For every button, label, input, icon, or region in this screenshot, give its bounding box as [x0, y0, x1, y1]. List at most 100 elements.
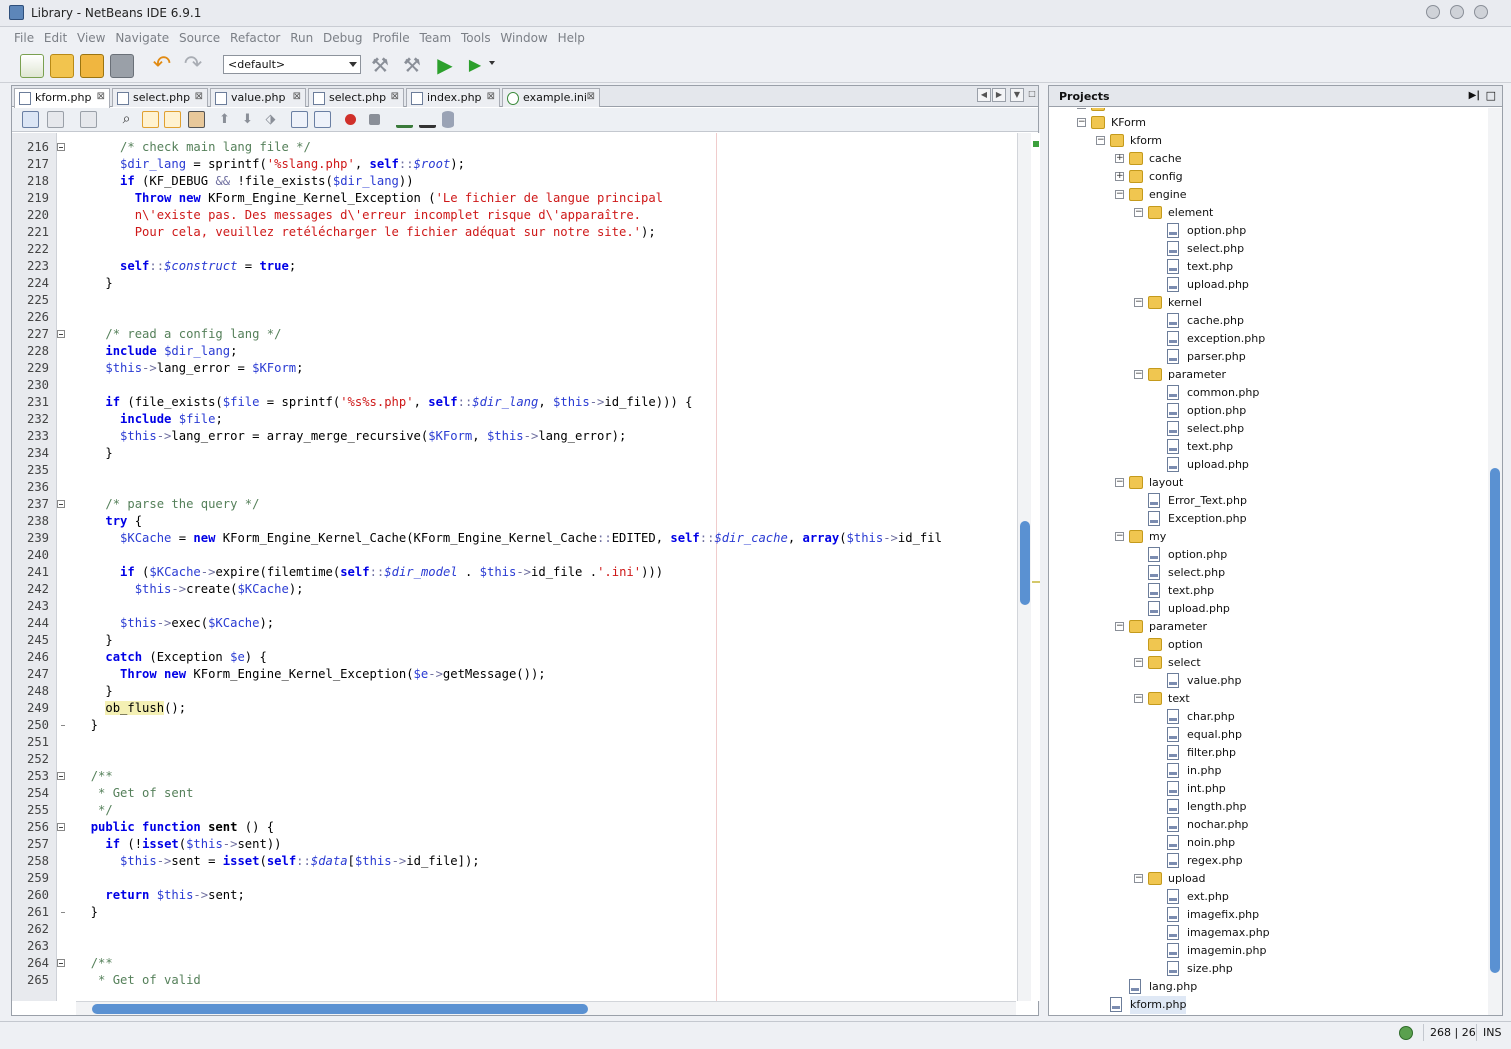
collapse-icon[interactable]: −	[1134, 370, 1143, 379]
code-line[interactable]: 235	[12, 462, 1016, 479]
menu-window[interactable]: Window	[497, 28, 550, 45]
collapse-icon[interactable]: −	[1134, 694, 1143, 703]
redo-icon[interactable]: ↷	[181, 54, 205, 78]
back-icon[interactable]	[47, 111, 64, 128]
find-previous-icon[interactable]	[142, 111, 159, 128]
tree-folder-node[interactable]: − KForm	[1049, 114, 1487, 132]
fold-toggle-icon[interactable]	[57, 959, 65, 967]
code-line[interactable]: 247 Throw new KForm_Engine_Kernel_Except…	[12, 666, 1016, 683]
forward-icon[interactable]	[80, 111, 97, 128]
tree-file-node[interactable]: Exception.php	[1049, 510, 1487, 528]
maximize-window-icon[interactable]: □	[1025, 88, 1039, 102]
fold-toggle-icon[interactable]	[57, 823, 65, 831]
tree-file-node[interactable]: exception.php	[1049, 330, 1487, 348]
collapse-icon[interactable]: −	[1134, 658, 1143, 667]
minimize-panel-icon[interactable]: □	[1486, 89, 1496, 102]
shift-right-icon[interactable]	[314, 111, 331, 128]
code-line[interactable]: 256 public function sent () {	[12, 819, 1016, 836]
tree-file-node[interactable]: parser.php	[1049, 348, 1487, 366]
code-line[interactable]: 232 include $file;	[12, 411, 1016, 428]
tree-file-node[interactable]: in.php	[1049, 762, 1487, 780]
code-line[interactable]: 237 /* parse the query */	[12, 496, 1016, 513]
collapse-icon[interactable]: −	[1115, 532, 1124, 541]
tree-folder-node[interactable]: − kernel	[1049, 294, 1487, 312]
menu-refactor[interactable]: Refactor	[227, 28, 283, 45]
fold-toggle-icon[interactable]	[57, 772, 65, 780]
uncomment-icon[interactable]	[419, 111, 436, 128]
code-line[interactable]: 265 * Get of valid	[12, 972, 1016, 989]
tree-folder-node[interactable]: − parameter	[1049, 618, 1487, 636]
code-line[interactable]: 218 if (KF_DEBUG && !file_exists($dir_la…	[12, 173, 1016, 190]
tree-folder-node[interactable]: + cache	[1049, 150, 1487, 168]
code-line[interactable]: 230	[12, 377, 1016, 394]
undo-icon[interactable]: ↶	[150, 54, 174, 78]
show-opened-documents-icon[interactable]: ▼	[1010, 88, 1024, 102]
close-tab-icon[interactable]: ⊠	[195, 91, 203, 102]
code-line[interactable]: 262	[12, 921, 1016, 938]
fold-toggle-icon[interactable]	[57, 500, 65, 508]
code-line[interactable]: 264 /**	[12, 955, 1016, 972]
code-line[interactable]: 226	[12, 309, 1016, 326]
code-line[interactable]: 251	[12, 734, 1016, 751]
code-line[interactable]: 216 /* check main lang file */	[12, 139, 1016, 156]
minimize-button[interactable]	[1426, 5, 1440, 19]
code-line[interactable]: 254 * Get of sent	[12, 785, 1016, 802]
code-line[interactable]: 260 return $this->sent;	[12, 887, 1016, 904]
tree-folder-node[interactable]: − text	[1049, 690, 1487, 708]
tree-file-node[interactable]: select.php	[1049, 240, 1487, 258]
code-line[interactable]: 236	[12, 479, 1016, 496]
code-line[interactable]: 234 }	[12, 445, 1016, 462]
tree-file-node[interactable]: lang.php	[1049, 978, 1487, 996]
menu-tools[interactable]: Tools	[458, 28, 494, 45]
collapse-icon[interactable]: −	[1115, 622, 1124, 631]
code-line[interactable]: 224 }	[12, 275, 1016, 292]
editor-vertical-scrollbar[interactable]	[1017, 133, 1031, 1001]
code-line[interactable]: 250 }	[12, 717, 1016, 734]
tab-kform-php[interactable]: kform.php ⊠	[14, 88, 110, 108]
tree-folder-node[interactable]: − select	[1049, 654, 1487, 672]
tree-file-node[interactable]: text.php	[1049, 582, 1487, 600]
code-line[interactable]: 263	[12, 938, 1016, 955]
code-line[interactable]: 257 if (!isset($this->sent))	[12, 836, 1016, 853]
menu-view[interactable]: View	[74, 28, 108, 45]
debug-dropdown-chevron-icon[interactable]	[489, 61, 495, 65]
close-tab-icon[interactable]: ⊠	[97, 91, 105, 102]
tree-file-node[interactable]: Error_Text.php	[1049, 492, 1487, 510]
collapse-icon[interactable]: −	[1077, 118, 1086, 127]
new-file-icon[interactable]	[20, 54, 44, 78]
code-line[interactable]: 233 $this->lang_error = array_merge_recu…	[12, 428, 1016, 445]
collapse-icon[interactable]: −	[1115, 478, 1124, 487]
project-tree[interactable]: +KCache−KForm−kform+cache+config−engine−…	[1049, 108, 1487, 1015]
tree-file-node[interactable]: equal.php	[1049, 726, 1487, 744]
expand-icon[interactable]: +	[1115, 154, 1124, 163]
shift-left-icon[interactable]	[291, 111, 308, 128]
code-line[interactable]: 258 $this->sent = isset(self::$data[$thi…	[12, 853, 1016, 870]
code-line[interactable]: 222	[12, 241, 1016, 258]
configuration-select[interactable]: <default>	[223, 55, 361, 74]
close-tab-icon[interactable]: ⊠	[391, 91, 399, 102]
tree-file-node[interactable]: text.php	[1049, 438, 1487, 456]
code-line[interactable]: 225	[12, 292, 1016, 309]
expand-icon[interactable]: +	[1115, 172, 1124, 181]
menu-source[interactable]: Source	[176, 28, 223, 45]
menu-debug[interactable]: Debug	[320, 28, 365, 45]
comment-icon[interactable]	[396, 111, 413, 128]
scroll-tabs-right-icon[interactable]: ▶	[992, 88, 1006, 102]
notifications-icon[interactable]	[1399, 1026, 1413, 1040]
fold-toggle-icon[interactable]	[57, 143, 65, 151]
start-macro-recording-icon[interactable]	[345, 114, 356, 125]
tree-folder-node[interactable]: − my	[1049, 528, 1487, 546]
code-line[interactable]: 228 include $dir_lang;	[12, 343, 1016, 360]
previous-bookmark-icon[interactable]: ⬆	[216, 111, 233, 128]
toggle-highlight-icon[interactable]	[188, 111, 205, 128]
code-line[interactable]: 240	[12, 547, 1016, 564]
tab-select-php-2[interactable]: select.php ⊠	[308, 88, 404, 107]
editor-horizontal-scroll-thumb[interactable]	[92, 1004, 588, 1014]
tree-file-node[interactable]: upload.php	[1049, 600, 1487, 618]
code-line[interactable]: 244 $this->exec($KCache);	[12, 615, 1016, 632]
editor-vertical-scroll-thumb[interactable]	[1020, 521, 1030, 605]
tree-folder-node[interactable]: − upload	[1049, 870, 1487, 888]
panel-menu-icon[interactable]: ▶|	[1469, 90, 1480, 101]
tree-file-node[interactable]: kform.php	[1049, 996, 1487, 1014]
code-line[interactable]: 223 self::$construct = true;	[12, 258, 1016, 275]
